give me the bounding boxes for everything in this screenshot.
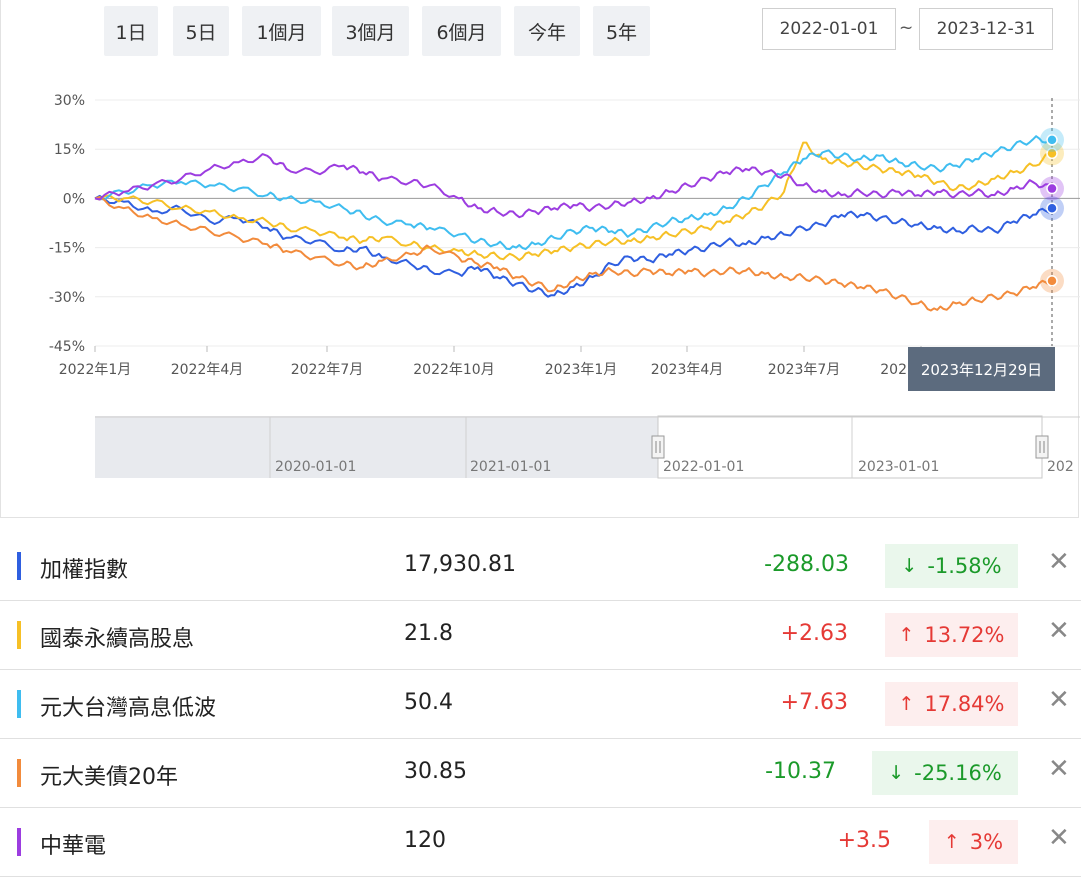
range-button[interactable]: 1個月 (242, 6, 321, 56)
range-button[interactable]: 5年 (593, 6, 650, 56)
y-tick-label: 0% (63, 191, 85, 207)
close-icon[interactable]: ✕ (1048, 685, 1070, 715)
comparison-row[interactable]: 加權指數 17,930.81 -288.03 ↓ -1.58% ✕ (0, 532, 1081, 601)
navigator-left-handle[interactable] (651, 435, 665, 459)
range-button[interactable]: 3個月 (332, 6, 409, 56)
percent-change-badge: ↑ 17.84% (885, 682, 1018, 726)
navigator-label: 2022-01-01 (663, 459, 744, 475)
series-color-marker (17, 690, 21, 718)
chart-panel: 1日 5日 1個月 3個月 6個月 今年 5年 2022-01-01 ~ 2023-12-3… (0, 0, 1080, 518)
range-button[interactable]: 5日 (173, 6, 229, 56)
x-tick-label: 2022年10月 (413, 362, 494, 378)
x-tick-label: 2023年7月 (768, 362, 841, 378)
comparison-row[interactable]: 中華電 120 +3.5 ↑ 3% ✕ (0, 808, 1081, 877)
series-line[interactable] (94, 135, 1053, 251)
series-color-marker (17, 552, 21, 580)
y-tick-label: -30% (49, 290, 85, 306)
percent-change-badge: ↓ -1.58% (885, 544, 1018, 588)
comparison-row[interactable]: 元大台灣高息低波 50.4 +7.63 ↑ 17.84% ✕ (0, 670, 1081, 739)
percent-change-value: -25.16% (914, 761, 1002, 785)
navigator-unselected-area (95, 416, 658, 478)
security-name[interactable]: 加權指數 (40, 552, 128, 584)
security-name[interactable]: 中華電 (40, 828, 106, 860)
comparison-row[interactable]: 國泰永續高股息 21.8 +2.63 ↑ 13.72% ✕ (0, 601, 1081, 670)
series-end-point[interactable] (1046, 134, 1058, 146)
close-icon[interactable]: ✕ (1048, 547, 1070, 577)
x-tick-label: 2023年1月 (545, 362, 618, 378)
y-tick-label: -45% (49, 339, 85, 355)
navigator-label: 202 (1047, 459, 1074, 475)
arrow-up-icon: ↑ (943, 831, 960, 853)
start-date-input[interactable]: 2022-01-01 (762, 8, 896, 50)
security-price: 17,930.81 (404, 552, 516, 577)
percent-change-value: 3% (969, 830, 1004, 854)
price-change: -10.37 (765, 759, 836, 784)
security-price: 30.85 (404, 759, 467, 784)
arrow-up-icon: ↑ (898, 624, 915, 646)
y-tick-label: 15% (54, 142, 85, 158)
x-tick-label: 2022年1月 (59, 362, 132, 378)
series-line[interactable] (94, 153, 1053, 219)
price-change: +3.5 (837, 828, 891, 853)
price-change: -288.03 (764, 552, 849, 577)
comparison-row[interactable]: 元大美債20年 30.85 -10.37 ↓ -25.16% ✕ (0, 739, 1081, 808)
price-change: +2.63 (780, 621, 848, 646)
security-price: 50.4 (404, 690, 453, 715)
range-button[interactable]: 今年 (514, 6, 580, 56)
y-tick-label: -15% (49, 241, 85, 257)
series-end-point[interactable] (1046, 182, 1058, 195)
y-tick-label: 30% (54, 93, 85, 109)
navigator-label: 2023-01-01 (858, 459, 939, 475)
arrow-down-icon: ↓ (901, 555, 918, 577)
navigator-label: 2021-01-01 (470, 459, 551, 475)
percent-change-value: 13.72% (924, 623, 1005, 647)
range-button[interactable]: 6個月 (422, 6, 501, 56)
percent-change-value: 17.84% (924, 692, 1005, 716)
percent-change-badge: ↓ -25.16% (872, 751, 1018, 795)
series-end-point[interactable] (1046, 275, 1058, 287)
range-navigator[interactable]: 2020-01-01 2021-01-01 2022-01-01 2023-01… (1, 414, 1080, 480)
percent-change-badge: ↑ 3% (929, 820, 1018, 864)
series-line[interactable] (94, 141, 1053, 262)
security-name[interactable]: 元大台灣高息低波 (40, 690, 216, 722)
x-tick-label: 2023年4月 (651, 362, 724, 378)
series-color-marker (17, 621, 21, 649)
navigator-right-handle[interactable] (1035, 435, 1049, 459)
series-line[interactable] (94, 195, 1053, 312)
series-color-marker (17, 759, 21, 787)
range-button[interactable]: 1日 (104, 6, 158, 56)
end-date-input[interactable]: 2023-12-31 (919, 8, 1053, 50)
crosshair-date-tooltip: 2023年12月29日 (908, 347, 1055, 391)
close-icon[interactable]: ✕ (1048, 754, 1070, 784)
series-end-point[interactable] (1046, 202, 1058, 214)
security-price: 21.8 (404, 621, 453, 646)
percent-change-value: -1.58% (927, 554, 1002, 578)
arrow-up-icon: ↑ (898, 693, 915, 715)
security-name[interactable]: 元大美債20年 (40, 759, 178, 791)
x-tick-label: 2022年4月 (171, 362, 244, 378)
close-icon[interactable]: ✕ (1048, 616, 1070, 646)
navigator-label: 2020-01-01 (275, 459, 356, 475)
security-price: 120 (404, 828, 446, 853)
security-name[interactable]: 國泰永續高股息 (40, 621, 194, 653)
price-change: +7.63 (780, 690, 848, 715)
x-tick-label: 2022年7月 (291, 362, 364, 378)
percent-change-badge: ↑ 13.72% (885, 613, 1018, 657)
arrow-down-icon: ↓ (888, 762, 905, 784)
close-icon[interactable]: ✕ (1048, 823, 1070, 853)
date-separator: ~ (899, 18, 914, 38)
series-line[interactable] (94, 194, 1053, 298)
series-color-marker (17, 828, 21, 856)
